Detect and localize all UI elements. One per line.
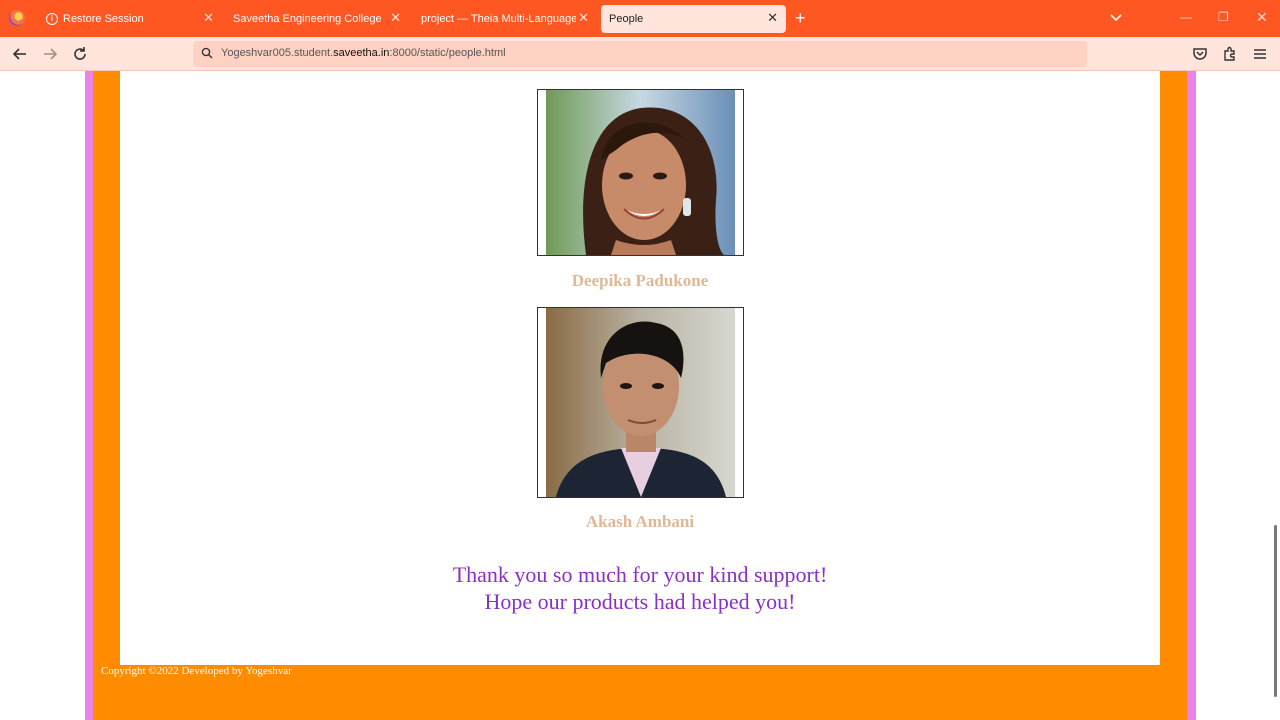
navigation-bar: Yogeshvar005.student.saveetha.in:8000/st… (0, 37, 1280, 71)
person-name: Akash Ambani (585, 512, 695, 531)
forward-arrow-icon[interactable] (41, 45, 59, 63)
menu-hamburger-icon[interactable] (1251, 45, 1269, 63)
extensions-puzzle-icon[interactable] (1221, 45, 1239, 63)
close-icon[interactable]: ✕ (390, 11, 401, 25)
chevron-down-icon[interactable] (1108, 9, 1124, 25)
person-photo-frame (537, 89, 744, 256)
person-photo-frame (537, 307, 744, 498)
close-window-icon[interactable]: ✕ (1256, 9, 1268, 26)
thank-you-message: Thank you so much for your kind support!… (120, 561, 1160, 615)
tab-people[interactable]: People ✕ (601, 5, 786, 33)
person-name: Deepika Padukone (571, 271, 709, 290)
search-icon (201, 47, 213, 59)
portrait-woman-image (546, 90, 735, 255)
vertical-scrollbar[interactable] (1274, 525, 1277, 697)
url-text: Yogeshvar005.student.saveetha.in:8000/st… (221, 47, 506, 59)
restore-window-icon[interactable]: ❐ (1218, 10, 1229, 24)
firefox-logo-icon (9, 10, 25, 26)
content-panel: Deepika Padukone Akash Ambani Thank you … (120, 71, 1160, 665)
pocket-icon[interactable] (1191, 45, 1209, 63)
tab-restore-session[interactable]: i Restore Session ✕ (38, 5, 222, 33)
tab-project-theia[interactable]: project — Theia Multi-Language Ex ✕ (413, 5, 597, 33)
back-arrow-icon[interactable] (11, 45, 29, 63)
new-tab-plus-icon[interactable]: + (795, 9, 806, 27)
address-bar[interactable]: Yogeshvar005.student.saveetha.in:8000/st… (193, 41, 1087, 67)
close-icon[interactable]: ✕ (203, 11, 214, 25)
info-icon: i (46, 13, 58, 25)
tab-bar: i Restore Session ✕ Saveetha Engineering… (0, 0, 1280, 37)
minimize-icon[interactable]: — (1180, 10, 1192, 24)
footer-copyright: Copyright ©2022 Developed by Yogeshvar (101, 665, 292, 677)
close-icon[interactable]: ✕ (767, 11, 778, 25)
reload-icon[interactable] (71, 45, 89, 63)
page-viewport: Deepika Padukone Akash Ambani Thank you … (0, 71, 1280, 720)
portrait-man-image (546, 308, 735, 497)
tab-saveetha[interactable]: Saveetha Engineering College ✕ (225, 5, 409, 33)
close-icon[interactable]: ✕ (578, 11, 589, 25)
thank-you-line: Hope our products had helped you! (484, 589, 796, 614)
thank-you-line: Thank you so much for your kind support! (452, 562, 828, 587)
